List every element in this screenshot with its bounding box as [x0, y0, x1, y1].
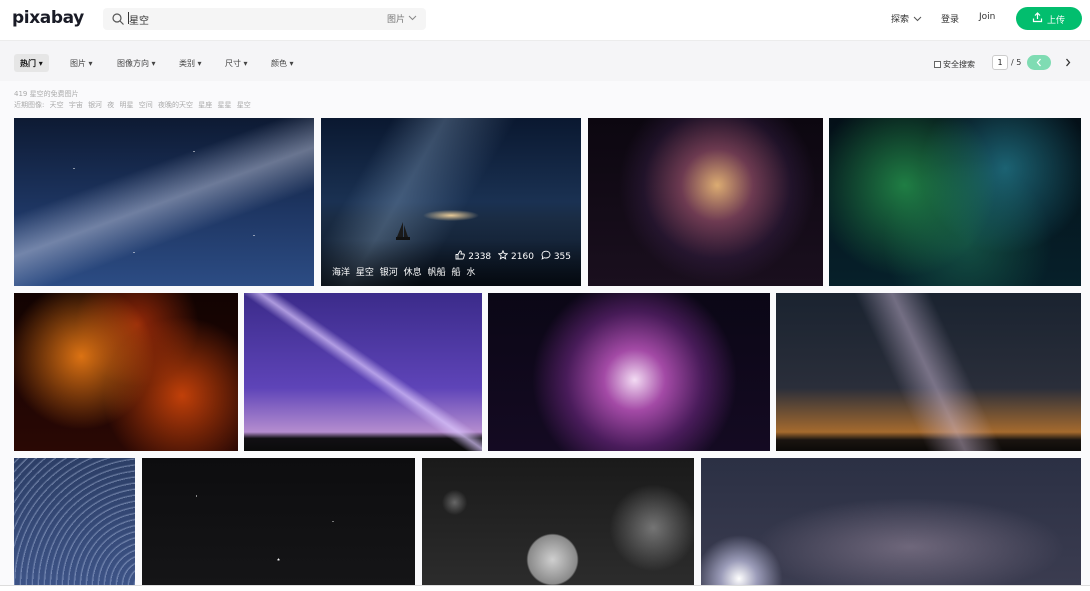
related-tag[interactable]: 星星 — [217, 101, 231, 109]
related-tag[interactable]: 星座 — [198, 101, 212, 109]
filter-bar: 热门 ▾ 图片 ▾ 图像方向 ▾ 类别 ▾ 尺寸 ▾ 颜色 ▾ 安全搜索 1 /… — [0, 40, 1090, 81]
related-tag[interactable]: 空间 — [139, 101, 153, 109]
chevron-down-icon[interactable] — [913, 14, 922, 23]
filter-category[interactable]: 类别 ▾ — [179, 58, 202, 76]
star-icon[interactable] — [497, 249, 509, 260]
photo-tag[interactable]: 水 — [466, 268, 475, 278]
safe-search-toggle[interactable]: 安全搜索 — [934, 59, 975, 70]
photo-hover-overlay — [321, 240, 581, 286]
upload-label: 上传 — [1047, 16, 1066, 26]
photo-tags: 海洋 星空 银河 休息 帆船 船 水 — [332, 265, 478, 278]
related-tag[interactable]: 银河 — [88, 101, 102, 109]
search-input[interactable]: 星空 — [129, 12, 149, 27]
join-link[interactable]: Join — [979, 12, 995, 22]
photo-tag[interactable]: 船 — [451, 268, 460, 278]
like-icon[interactable] — [455, 250, 466, 260]
photo-tag[interactable]: 银河 — [380, 268, 398, 278]
safe-search-checkbox[interactable] — [934, 61, 941, 68]
photo-milky-way-blue[interactable] — [14, 118, 314, 286]
top-bar: pixabay 星空 图片 探索 登录 Join 上传 — [0, 0, 1090, 40]
photo-dark-starfield[interactable] — [142, 458, 415, 585]
photo-stats: 2338 2160 355 — [455, 249, 571, 262]
photo-moon-planets[interactable] — [422, 458, 694, 585]
photo-green-nebula[interactable] — [829, 118, 1081, 286]
filter-popular[interactable]: 热门 ▾ — [14, 54, 49, 72]
upload-icon — [1032, 12, 1043, 23]
sailboat-image — [396, 222, 410, 240]
photo-tag[interactable]: 海洋 — [332, 268, 350, 278]
photo-purple-flashlight[interactable] — [244, 293, 482, 451]
prev-page-button[interactable] — [1027, 55, 1051, 70]
related-tag[interactable]: 天空 — [50, 101, 64, 109]
filter-color[interactable]: 颜色 ▾ — [271, 58, 294, 76]
related-searches: 近期图像: 天空 宇宙 银河 夜 明星 空间 夜晚的天空 星座 星星 星空 — [14, 100, 254, 110]
results-count: 419 星空的免费图片 — [14, 90, 79, 98]
photo-orion-nebula[interactable] — [488, 293, 770, 451]
chevron-right-icon — [1066, 58, 1071, 67]
photo-sailboat-night[interactable]: 2338 2160 355 海洋 星空 银河 休息 帆船 船 水 — [321, 118, 581, 286]
photo-orange-nebula[interactable] — [14, 293, 238, 451]
page-total: / 5 — [1011, 58, 1022, 67]
chevron-left-icon — [1036, 58, 1041, 67]
comment-icon[interactable] — [541, 250, 551, 260]
photo-earth-galaxy[interactable] — [588, 118, 823, 286]
filter-images[interactable]: 图片 ▾ — [70, 58, 93, 76]
login-link[interactable]: 登录 — [941, 12, 959, 25]
photo-tag[interactable]: 帆船 — [428, 268, 446, 278]
chevron-down-icon[interactable] — [408, 13, 417, 22]
page-number-input[interactable]: 1 — [992, 55, 1008, 70]
comment-count: 355 — [553, 252, 571, 262]
logo[interactable]: pixabay — [12, 8, 84, 28]
filter-size[interactable]: 尺寸 ▾ — [225, 58, 248, 76]
related-tag[interactable]: 宇宙 — [69, 101, 83, 109]
related-label: 近期图像: — [14, 101, 45, 109]
photo-milky-way-figure[interactable] — [776, 293, 1081, 451]
search-icon — [112, 13, 124, 25]
related-tag[interactable]: 夜晚的天空 — [158, 101, 193, 109]
related-tag[interactable]: 夜 — [107, 101, 114, 109]
next-page-button[interactable] — [1058, 55, 1078, 70]
footer-edge — [0, 585, 1090, 591]
safe-search-label: 安全搜索 — [943, 60, 975, 69]
favorite-count: 2160 — [511, 252, 534, 262]
filter-orientation[interactable]: 图像方向 ▾ — [117, 58, 156, 76]
photo-tag[interactable]: 星空 — [356, 268, 374, 278]
like-count: 2338 — [468, 252, 492, 262]
photo-arch-milky-way[interactable] — [701, 458, 1081, 585]
upload-button[interactable]: 上传 — [1016, 7, 1082, 30]
search-type-select[interactable]: 图片 — [387, 12, 405, 25]
explore-menu[interactable]: 探索 — [891, 12, 909, 25]
photo-tag[interactable]: 休息 — [404, 268, 422, 278]
related-tag[interactable]: 明星 — [120, 101, 134, 109]
related-tag[interactable]: 星空 — [237, 101, 251, 109]
photo-star-trails[interactable] — [14, 458, 135, 585]
search-bar[interactable]: 星空 图片 — [103, 8, 426, 30]
